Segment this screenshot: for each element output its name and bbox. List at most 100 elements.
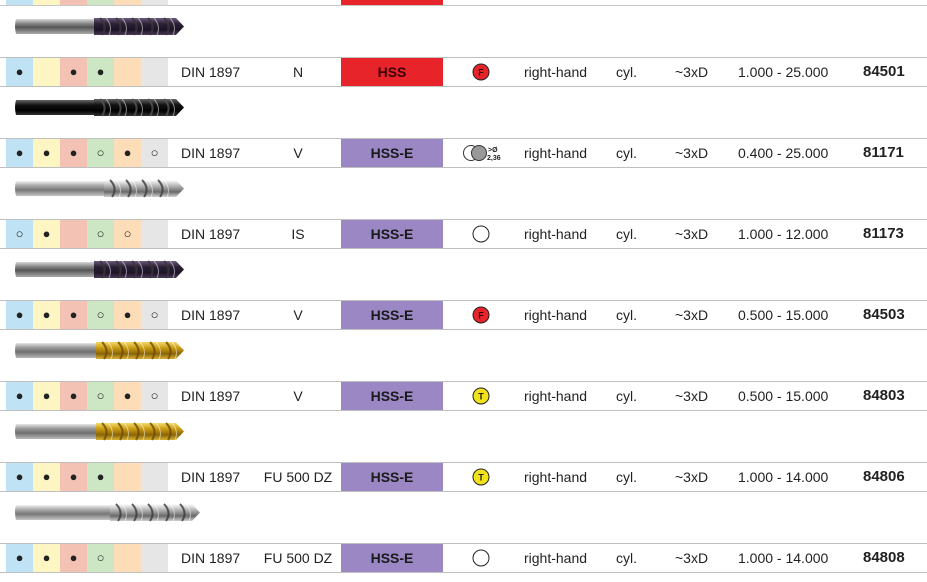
tool-type: N xyxy=(292,64,304,80)
tool-type: IS xyxy=(291,226,305,242)
svg-text:>Ø: >Ø xyxy=(488,147,498,154)
material-suitability-cell: ● xyxy=(6,58,33,86)
coating-symbol: >Ø 2,36 xyxy=(462,139,502,167)
norm-standard: DIN 1897 xyxy=(181,307,241,323)
tool-material-badge: HSS-E xyxy=(341,382,443,410)
product-row: ● ● ● ○ ● ○ DIN 1897 Vright-hand cyl. ~3xD 0.500 -… xyxy=(0,330,927,411)
product-row: ● ● ● ○ ● ○ DIN 1897 Vright-hand cyl. ~3xD 0.400 -… xyxy=(0,87,927,168)
material-suitability-cell: ● xyxy=(60,139,87,167)
product-row: ● ● ● ○ DIN 1897 FU 500 DZ right-hand cyl. ~3xD 1… xyxy=(0,492,927,573)
drill-dark-violet-icon xyxy=(15,260,184,279)
drill-gold-icon xyxy=(15,422,184,441)
table-row: ● ● ● ○ ● ○ DIN 1897 Vright-hand cyl. ~3xD 0.500 -… xyxy=(0,381,927,411)
cutting-direction: right-hand xyxy=(524,226,588,242)
material-suitability-cell: ● xyxy=(6,463,33,491)
diameter-range: 1.000 - 25.000 xyxy=(738,64,829,80)
material-suitability-cell: ● xyxy=(114,301,141,329)
table-row: ● ● ● DIN 1897 Nright-hand cyl. ~3xD 1.000 - 25… xyxy=(0,57,927,87)
tool-image-row xyxy=(0,6,927,56)
material-suitability-cell: ● xyxy=(114,139,141,167)
coating-symbol: T xyxy=(462,382,502,410)
tool-image-row xyxy=(0,168,927,218)
material-suitability-cell xyxy=(114,544,141,572)
norm-standard: DIN 1897 xyxy=(181,145,241,161)
table-row: ● ● ● ○ ● ○ DIN 1897 Vright-hand cyl. ~3xD 0.500 -… xyxy=(0,300,927,330)
diameter-range: 0.500 - 15.000 xyxy=(738,388,829,404)
coating-steam-icon: >Ø2,36 xyxy=(463,145,501,162)
product-row: ● ● ● DIN 1897 Nright-hand cyl. ~3xD 1.000 - 25… xyxy=(0,6,927,87)
svg-text:T: T xyxy=(478,473,484,483)
cutting-length: ~3xD xyxy=(675,388,709,404)
coating-symbol: F xyxy=(462,58,502,86)
coating-t-yellow-icon: T xyxy=(472,387,490,405)
coating-t-yellow-icon: T xyxy=(472,468,490,486)
material-suitability-cell: ● xyxy=(87,463,114,491)
material-suitability-cell: ○ xyxy=(141,382,168,410)
coating-symbol xyxy=(462,544,502,572)
cutting-length: ~3xD xyxy=(675,469,709,485)
shank-type: cyl. xyxy=(616,469,637,485)
tool-image-row xyxy=(0,249,927,299)
shank-type: cyl. xyxy=(616,307,637,323)
tool-material-badge: HSS-E xyxy=(341,220,443,248)
diameter-range: 1.000 - 12.000 xyxy=(738,226,829,242)
coating-f-red-icon: F xyxy=(472,306,490,324)
coating-symbol xyxy=(462,220,502,248)
tool-material-badge: HSS-E xyxy=(341,544,443,572)
svg-text:F: F xyxy=(478,311,484,321)
material-suitability-cell xyxy=(33,58,60,86)
material-suitability-cell: ● xyxy=(87,58,114,86)
article-number: 84501 xyxy=(863,63,905,80)
material-suitability-cell: ● xyxy=(33,463,60,491)
tool-type: FU 500 DZ xyxy=(263,550,333,566)
shank-type: cyl. xyxy=(616,64,637,80)
cutting-direction: right-hand xyxy=(524,307,588,323)
drill-black-icon xyxy=(15,98,184,117)
material-suitability-cell: ○ xyxy=(6,220,33,248)
material-suitability-cell: ○ xyxy=(87,301,114,329)
cutting-length: ~3xD xyxy=(675,226,709,242)
product-row: ○ ● ○ ○ DIN 1897 IS right-hand cyl. ~3xD 1.000 - … xyxy=(0,168,927,249)
tool-type: V xyxy=(293,388,303,404)
material-suitability-cell: ● xyxy=(60,544,87,572)
material-suitability-cell xyxy=(114,463,141,491)
cutting-direction: right-hand xyxy=(524,145,588,161)
material-suitability-cell: ○ xyxy=(87,382,114,410)
cutting-length: ~3xD xyxy=(675,64,709,80)
drill-bright-icon xyxy=(15,179,184,198)
material-suitability-cell: ○ xyxy=(87,544,114,572)
material-suitability-cell xyxy=(141,58,168,86)
tool-material-badge: HSS-E xyxy=(341,139,443,167)
article-number: 81173 xyxy=(863,225,904,242)
material-suitability-cell: ○ xyxy=(114,220,141,248)
svg-text:F: F xyxy=(478,68,484,78)
coating-none-icon xyxy=(472,549,490,567)
material-suitability-cell: ○ xyxy=(141,301,168,329)
material-suitability-cell: ● xyxy=(33,220,60,248)
norm-standard: DIN 1897 xyxy=(181,64,241,80)
tool-material-badge: HSS-E xyxy=(341,301,443,329)
product-row: ● ● ● ● DIN 1897 FU 500 DZ right-hand cyl. ~3xD 1… xyxy=(0,411,927,492)
coating-symbol: F xyxy=(462,301,502,329)
diameter-range: 1.000 - 14.000 xyxy=(738,550,829,566)
coating-none-icon xyxy=(472,225,490,243)
material-suitability-cell xyxy=(141,544,168,572)
tool-material-badge: HSS xyxy=(341,58,443,86)
coating-symbol: T xyxy=(462,463,502,491)
tool-type: FU 500 DZ xyxy=(263,469,333,485)
norm-standard: DIN 1897 xyxy=(181,226,241,242)
material-suitability-cell xyxy=(141,220,168,248)
material-suitability-cell: ● xyxy=(60,301,87,329)
material-suitability-cell: ● xyxy=(114,382,141,410)
diameter-range: 0.500 - 15.000 xyxy=(738,307,829,323)
diameter-range: 0.400 - 25.000 xyxy=(738,145,829,161)
material-suitability-cell: ● xyxy=(60,463,87,491)
material-suitability-cell: ● xyxy=(33,544,60,572)
norm-standard: DIN 1897 xyxy=(181,550,241,566)
drill-gold-icon xyxy=(15,341,184,360)
material-suitability-cell: ● xyxy=(6,382,33,410)
cutting-direction: right-hand xyxy=(524,388,588,404)
drill-bright-long-icon xyxy=(15,503,200,522)
cutting-direction: right-hand xyxy=(524,550,588,566)
shank-type: cyl. xyxy=(616,388,637,404)
